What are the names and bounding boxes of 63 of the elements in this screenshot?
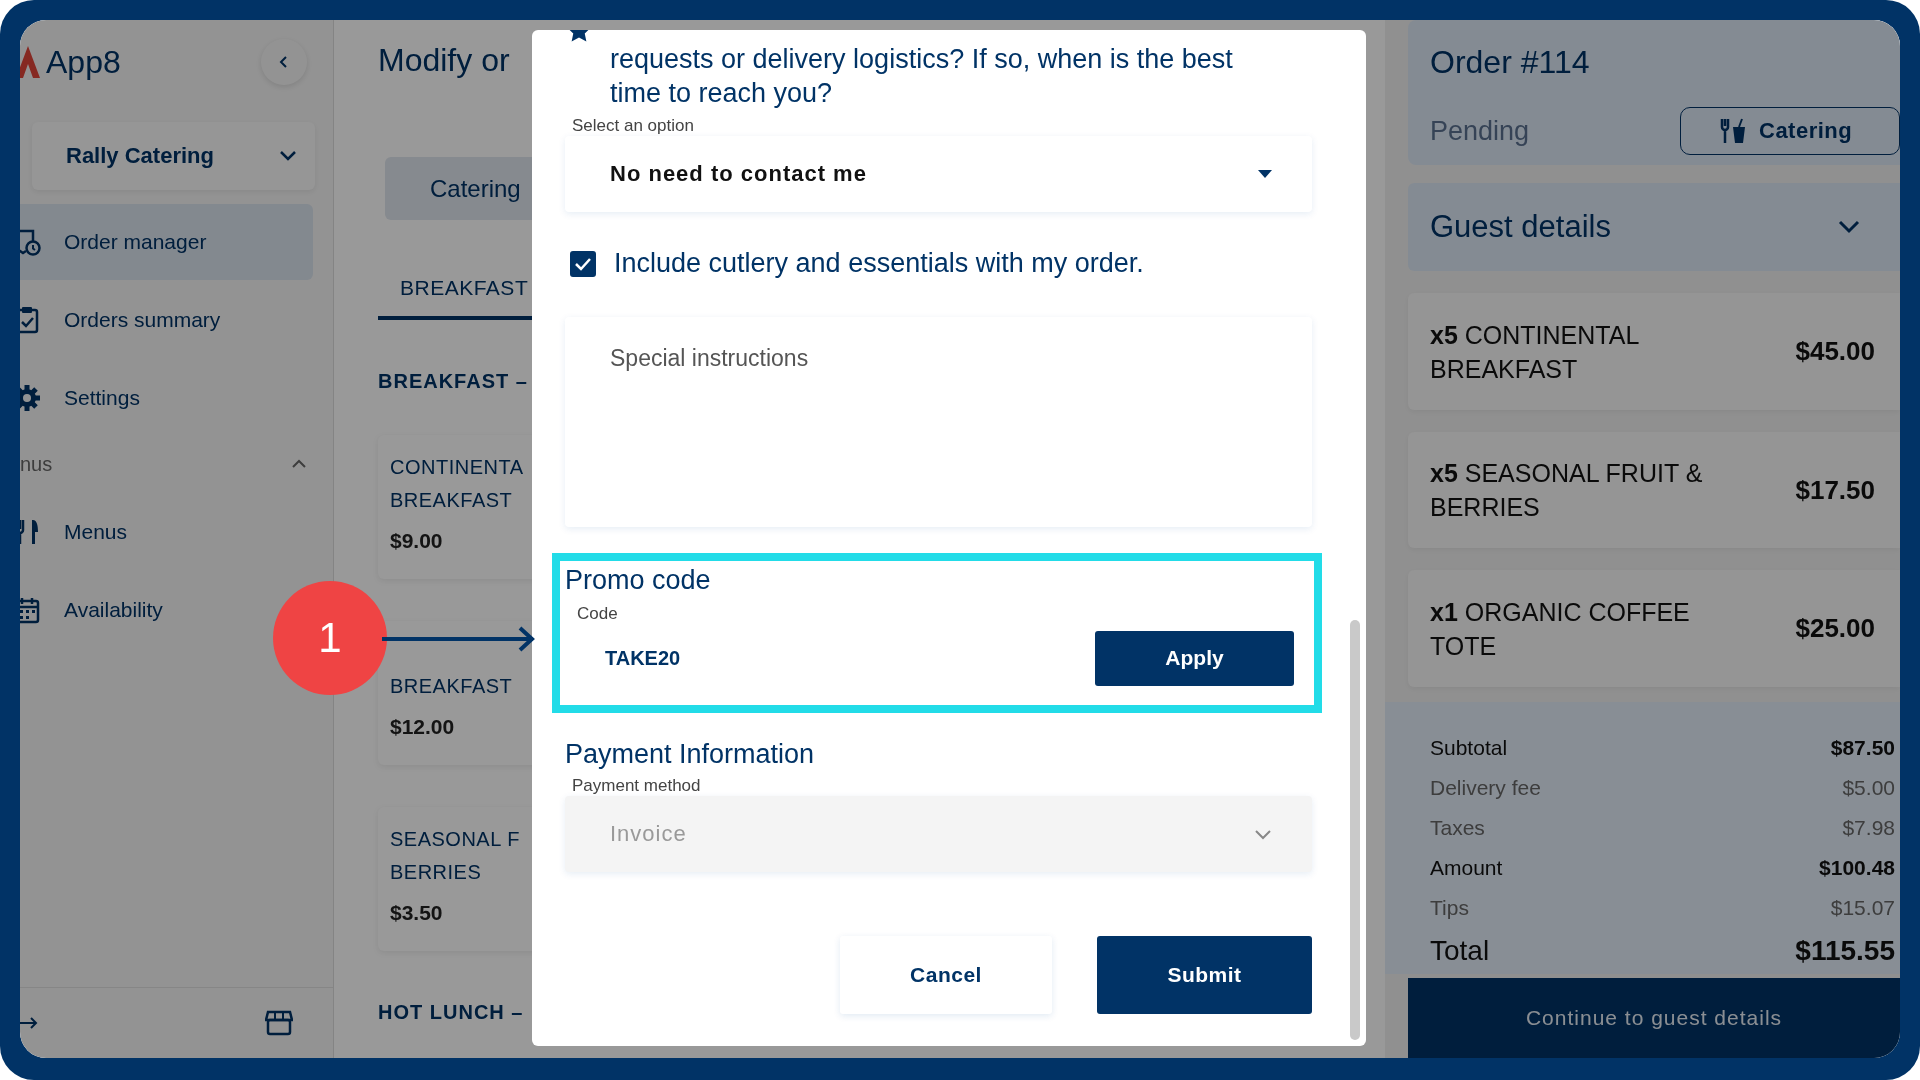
item-name: BREAKFAST: [390, 674, 513, 699]
store-icon[interactable]: [265, 1010, 293, 1036]
field-label: Code: [577, 604, 619, 624]
receipt-clock-icon: [20, 227, 42, 257]
item-name: SEASONAL F: [390, 827, 520, 852]
restaurant-selector[interactable]: Rally Catering: [32, 122, 315, 190]
scrollbar-thumb[interactable]: [1350, 620, 1360, 1040]
chevron-down-icon: [279, 150, 297, 162]
page-title: Modify or: [378, 42, 510, 79]
section-heading: HOT LUNCH –: [378, 1001, 524, 1024]
checkbox-label: Include cutlery and essentials with my order.: [614, 248, 1144, 279]
cancel-button[interactable]: Cancel: [840, 936, 1052, 1014]
guest-details-toggle[interactable]: Guest details: [1408, 182, 1900, 272]
total-label: Delivery fee: [1430, 776, 1541, 800]
item-name: BREAKFAST: [390, 488, 513, 513]
total-label: Taxes: [1430, 816, 1485, 840]
submit-button[interactable]: Submit: [1097, 936, 1312, 1014]
logo-icon: [20, 44, 42, 80]
chevron-icon: [291, 459, 307, 469]
continue-button[interactable]: Continue to guest details: [1408, 978, 1900, 1058]
order-item-price: $45.00: [1795, 336, 1875, 368]
nav-item[interactable]: Menus: [20, 494, 313, 570]
total-value: $5.00: [1842, 776, 1895, 800]
apply-button[interactable]: Apply: [1095, 630, 1294, 686]
item-price: $9.00: [390, 529, 443, 553]
contact-select[interactable]: No need to contact me: [565, 136, 1312, 212]
total-label: Tips: [1430, 896, 1469, 920]
nav-item[interactable]: Orders summary: [20, 282, 313, 358]
contact-question: requests or delivery logistics? If so, when is the best time to reach you?: [610, 43, 1234, 110]
total-value: $115.55: [1795, 935, 1895, 967]
order-status: Pending: [1430, 115, 1530, 147]
item-price: $12.00: [390, 715, 455, 739]
app-logo: App8: [46, 43, 121, 81]
order-item-name: x5 SEASONAL FRUIT & BERRIES: [1430, 458, 1704, 524]
total-value: $15.07: [1830, 896, 1895, 920]
order-item-name: x5 CONTINENTAL BREAKFAST: [1430, 319, 1640, 385]
caret-down-icon: [1258, 170, 1272, 178]
field-label: Payment method: [572, 776, 702, 796]
cutlery-checkbox[interactable]: [570, 250, 596, 277]
item-price: $3.50: [390, 901, 443, 925]
chevron-icon: [1838, 219, 1860, 234]
field-label: Select an option: [572, 116, 695, 136]
nav-item[interactable]: Order manager: [20, 204, 313, 280]
total-value: $7.98: [1842, 816, 1895, 840]
chevron-down-icon: [1254, 828, 1272, 840]
total-label: Total: [1430, 935, 1490, 967]
order-title: Order #114: [1430, 44, 1591, 81]
total-label: Subtotal: [1430, 736, 1508, 760]
order-item-name: x1 ORGANIC COFFEE TOTE: [1430, 596, 1691, 662]
order-type-chip: Catering: [1680, 107, 1900, 155]
instructions-field[interactable]: Special instructions: [565, 317, 1312, 527]
total-value: $87.50: [1830, 736, 1895, 760]
total-value: $100.48: [1819, 856, 1895, 880]
calendar-icon: [20, 595, 42, 625]
order-item-price: $17.50: [1795, 474, 1875, 506]
order-item-price: $25.00: [1795, 613, 1875, 645]
total-label: Amount: [1430, 856, 1503, 880]
logout-icon[interactable]: [20, 1015, 40, 1031]
section-header[interactable]: nus: [20, 434, 333, 494]
item-name: BERRIES: [390, 860, 482, 885]
checkmark-icon: [574, 256, 592, 271]
section-heading: BREAKFAST –: [378, 370, 528, 393]
item-name: CONTINENTA: [390, 455, 524, 480]
